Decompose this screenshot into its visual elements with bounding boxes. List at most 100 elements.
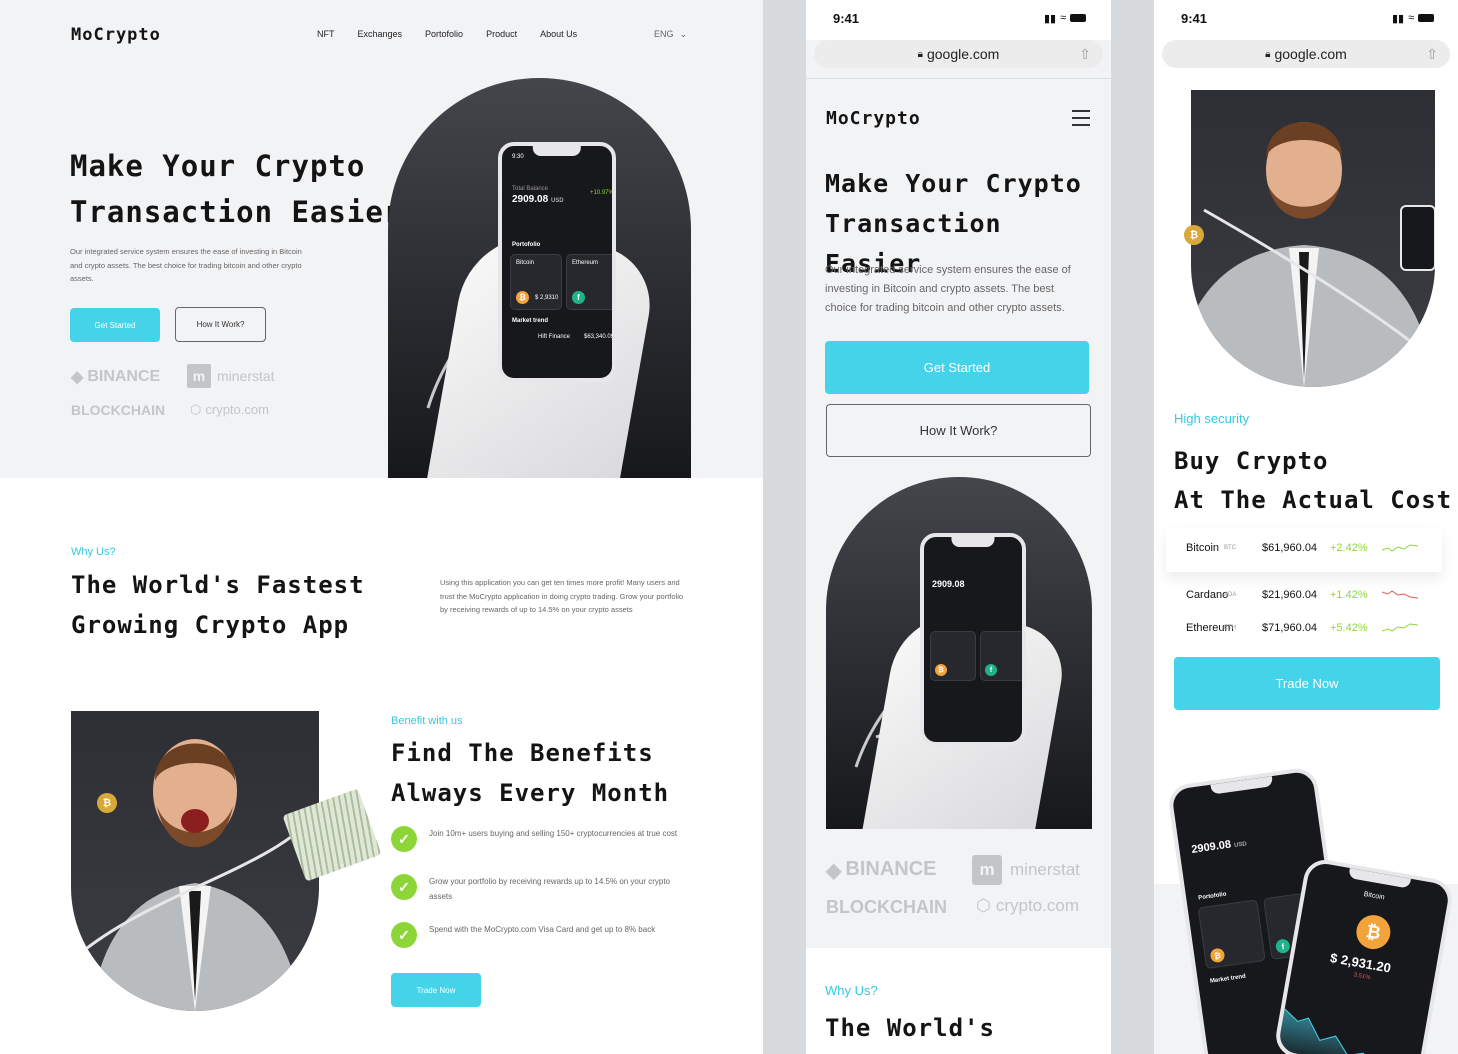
bitcoin-card[interactable]: ₿ <box>1197 899 1266 970</box>
status-icons: ▮▮ ≈ <box>1044 12 1087 25</box>
why-title-line2: Growing Crypto App <box>71 611 350 639</box>
signal-icon: ▮▮ <box>1044 13 1057 25</box>
partner-minerstat: m minerstat <box>972 855 1080 885</box>
coin-change: +1.42% <box>1330 589 1368 601</box>
bitcoin-icon: ₿ <box>516 291 529 304</box>
trade-now-button[interactable]: Trade Now <box>391 973 481 1007</box>
minerstat-icon: m <box>972 855 1002 885</box>
app-balance: 2909.08 USD <box>512 194 564 205</box>
trade-now-button[interactable]: Trade Now <box>1174 657 1440 710</box>
coin-price: $61,960.04 <box>1262 542 1318 554</box>
lock-icon: 🔒︎ <box>1265 48 1271 60</box>
market-item-name: Hift Finance <box>538 334 571 340</box>
partner-blockchain: BLOCKCHAIN <box>826 897 947 917</box>
coin-ticker: BTC <box>1224 545 1236 551</box>
benefits-list: ✓ Join 10m+ users buying and selling 150+… <box>391 826 691 970</box>
security-person-image <box>1191 90 1435 387</box>
lock-icon: 🔒︎ <box>917 48 923 60</box>
share-icon[interactable]: ⇧ <box>1426 46 1438 63</box>
hamburger-menu-icon[interactable] <box>1072 110 1090 126</box>
app-portfolio-label: Portofolio <box>512 242 541 248</box>
person-illustration <box>1191 122 1435 387</box>
binance-icon: ◆ <box>71 369 84 386</box>
brand-logo[interactable]: MoCrypto <box>826 108 921 129</box>
market-item-price: $63,340.09 <box>584 334 615 340</box>
ethereum-card[interactable]: Ethereum f <box>566 254 612 310</box>
partner-blockchain: BLOCKCHAIN <box>71 402 166 418</box>
url-bar[interactable]: 🔒︎ google.com ⇧ <box>814 40 1103 68</box>
why-section: Why Us? The World's <box>806 948 1111 1054</box>
how-it-work-button[interactable]: How It Work? <box>175 307 266 342</box>
detail-price: $ 2,931.20 <box>1329 950 1393 976</box>
ethereum-icon: f <box>572 291 585 304</box>
battery-icon <box>1418 14 1435 22</box>
bitcoin-icon: ₿ <box>1353 912 1394 952</box>
chevron-down-icon: ⌄ <box>679 29 688 39</box>
price-row[interactable]: Bitcoin BTC $61,960.04 +2.42% <box>1186 542 1418 554</box>
security-title-line2: At The Actual Cost <box>1174 486 1453 514</box>
bitcoin-card[interactable]: ₿ <box>930 631 976 681</box>
mobile-page-1: 9:41 ▮▮ ≈ 🔒︎ google.com ⇧ MoCrypto Make Y… <box>806 0 1111 1054</box>
coin-ticker: ADA <box>1224 592 1237 598</box>
coin-icon: ₿ <box>97 793 117 813</box>
partner-minerstat: m minerstat <box>187 364 275 388</box>
partner-binance: ◆ BINANCE <box>71 367 160 387</box>
app-market-label: Market trend <box>1209 973 1247 985</box>
partner-binance: ◆ BINANCE <box>826 858 937 883</box>
cryptocom-icon: ⬡ <box>976 896 991 915</box>
price-row[interactable]: Ethereum ETH $71,960.04 +5.42% <box>1186 622 1418 634</box>
coin-name: Ethereum <box>1186 622 1234 634</box>
partner-label: minerstat <box>1010 860 1080 879</box>
get-started-button[interactable]: Get Started <box>70 308 160 342</box>
language-select[interactable]: ENG ⌄ <box>654 29 687 40</box>
app-time: 9:30 <box>512 154 524 160</box>
security-title: Buy Crypto At The Actual Cost <box>1174 442 1452 520</box>
minerstat-icon: m <box>187 364 211 388</box>
app-balance-label: Total Balance <box>512 186 549 192</box>
hero-phone-mockup: 2909.08 ₿ f <box>920 533 1026 746</box>
nav-item-about[interactable]: About Us <box>540 29 577 39</box>
status-icons: ▮▮ ≈ <box>1392 12 1435 25</box>
benefits-eyebrow: Benefit with us <box>391 715 463 727</box>
coin-name: Bitcoin <box>1186 542 1220 554</box>
how-it-work-button[interactable]: How It Work? <box>826 404 1091 457</box>
small-phone-mockup <box>1400 205 1435 271</box>
wifi-icon: ≈ <box>1408 12 1415 24</box>
nav-item-portofolio[interactable]: Portofolio <box>425 29 463 39</box>
price-row[interactable]: Cardano ADA $21,960.04 +1.42% <box>1186 589 1418 601</box>
bitcoin-icon: ₿ <box>1209 947 1226 964</box>
language-label: ENG <box>654 29 674 39</box>
person-illustration <box>71 739 319 1011</box>
get-started-button[interactable]: Get Started <box>825 341 1089 394</box>
status-bar: 9:41 ▮▮ ≈ <box>1154 0 1458 40</box>
wifi-icon: ≈ <box>1060 12 1067 24</box>
sparkline-up-icon <box>1382 544 1418 552</box>
share-icon[interactable]: ⇧ <box>1079 46 1091 63</box>
why-eyebrow: Why Us? <box>71 546 116 558</box>
top-nav: NFT Exchanges Portofolio Product About U… <box>317 29 600 39</box>
check-icon: ✓ <box>391 826 417 852</box>
desktop-page: MoCrypto NFT Exchanges Portofolio Produc… <box>0 0 763 1054</box>
check-icon: ✓ <box>391 874 417 900</box>
partner-label: BINANCE <box>87 368 161 385</box>
app-balance: 2909.08 USD <box>1190 838 1248 856</box>
hero-description: Our integrated service system ensures th… <box>825 264 1071 314</box>
url-text: google.com <box>1274 46 1347 62</box>
hero-title-line2: Transaction Easier <box>70 195 403 229</box>
bitcoin-card[interactable]: Bitcoin ₿ $ 2,9310 <box>510 254 562 310</box>
nav-item-product[interactable]: Product <box>486 29 517 39</box>
nav-item-exchanges[interactable]: Exchanges <box>358 29 403 39</box>
url-bar[interactable]: 🔒︎ google.com ⇧ <box>1162 40 1450 68</box>
app-change: +10.97% <box>590 190 614 196</box>
nav-item-nft[interactable]: NFT <box>317 29 335 39</box>
detail-title: Bitcoin <box>1363 890 1386 902</box>
detail-change: 3.51% <box>1353 972 1371 982</box>
partner-label: crypto.com <box>205 402 269 417</box>
hero-title-line1: Make Your Crypto <box>70 149 366 183</box>
hero-phone-mockup: 9:30 Total Balance 2909.08 USD +10.97% P… <box>498 142 616 382</box>
brand-logo[interactable]: MoCrypto <box>71 25 161 45</box>
mobile-page-2: 9:41 ▮▮ ≈ 🔒︎ google.com ⇧ ₿ High security… <box>1154 0 1458 1054</box>
coin-name: Cardano <box>1186 589 1229 601</box>
ethereum-card[interactable]: f <box>980 631 1022 681</box>
coin-change: +5.42% <box>1330 622 1368 634</box>
